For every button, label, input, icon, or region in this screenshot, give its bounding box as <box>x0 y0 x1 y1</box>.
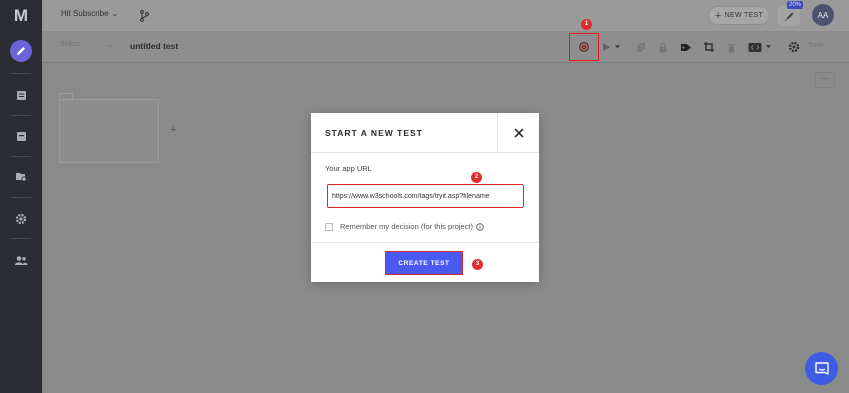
sidebar-item-team[interactable] <box>11 250 31 270</box>
sidebar-divider <box>11 115 31 116</box>
branch-button[interactable] <box>140 9 149 27</box>
code-button[interactable] <box>747 40 763 54</box>
remember-checkbox[interactable] <box>325 222 333 231</box>
play-options-button[interactable] <box>613 40 621 54</box>
avatar[interactable]: AA <box>812 4 834 26</box>
rocket-icon <box>784 12 793 21</box>
new-test-button[interactable]: + NEW TEST <box>708 6 770 25</box>
chevron-down-icon: ⌄ <box>111 9 119 18</box>
top-bar: Hit Subscribe ⌄ + NEW TEST 20% AA <box>42 0 849 32</box>
crop-button[interactable] <box>702 40 716 54</box>
sidebar-item-suites[interactable] <box>11 126 31 146</box>
percent-badge: 20% <box>787 1 804 9</box>
chat-button[interactable] <box>805 352 838 385</box>
chevron-down-icon: ⌄ <box>107 42 113 49</box>
play-icon <box>602 43 610 51</box>
sidebar-divider <box>11 238 31 239</box>
modal-header: START A NEW TEST <box>311 113 539 153</box>
tag-button[interactable] <box>679 40 693 54</box>
branch-icon <box>140 10 149 22</box>
step-card[interactable] <box>59 99 159 163</box>
sidebar-item-tests[interactable] <box>11 85 31 105</box>
remember-decision[interactable]: Remember my decision (for this project) <box>325 222 484 231</box>
trash-icon <box>727 43 735 52</box>
record-icon <box>579 42 589 52</box>
app-logo[interactable]: M <box>10 6 32 26</box>
chat-icon <box>814 361 829 375</box>
lock-icon <box>659 42 667 52</box>
lock-button[interactable] <box>656 40 670 54</box>
copy-icon <box>636 42 645 52</box>
app-url-input[interactable] <box>327 184 524 208</box>
crop-icon <box>704 42 714 52</box>
sidebar-divider <box>11 73 31 74</box>
new-test-label: NEW TEST <box>724 12 764 19</box>
code-icon <box>748 42 762 52</box>
info-icon[interactable] <box>476 222 484 231</box>
project-selector[interactable]: Hit Subscribe ⌄ <box>61 9 118 18</box>
modal-divider <box>311 242 539 243</box>
caret-down-icon <box>765 45 771 49</box>
archive-icon <box>16 131 26 141</box>
plus-icon: + <box>714 9 722 22</box>
run-button[interactable] <box>778 6 800 26</box>
new-test-modal: START A NEW TEST Your app URL 2 Remember… <box>311 113 539 282</box>
close-icon <box>513 128 524 138</box>
pencil-icon <box>17 47 25 55</box>
close-button[interactable] <box>497 113 539 153</box>
play-button[interactable] <box>599 40 613 54</box>
delete-button[interactable] <box>724 40 738 54</box>
step-marker-2: 2 <box>471 172 482 183</box>
tag-icon <box>681 43 691 51</box>
gear-icon <box>15 213 27 225</box>
test-name[interactable]: untitled test <box>130 41 178 51</box>
step-select[interactable]: Select ⌄ <box>60 41 115 53</box>
users-icon <box>15 255 28 265</box>
record-button[interactable] <box>577 40 591 54</box>
remember-label: Remember my decision (for this project) <box>340 222 473 231</box>
list-icon <box>16 90 26 100</box>
project-name: Hit Subscribe <box>61 9 109 18</box>
more-options-button[interactable]: ··· <box>815 72 835 88</box>
sidebar-item-labels[interactable] <box>11 166 31 186</box>
test-settings-button[interactable] <box>787 40 801 54</box>
copy-button[interactable] <box>634 40 648 54</box>
modal-title: START A NEW TEST <box>325 128 423 138</box>
save-button[interactable]: Save <box>808 42 824 49</box>
sidebar-divider <box>11 197 31 198</box>
editor-toolbar: Select ⌄ untitled test 1 Save <box>42 19 849 63</box>
sidebar-item-editor[interactable] <box>10 40 32 62</box>
create-test-button[interactable]: CREATE TEST <box>385 251 463 275</box>
caret-down-icon <box>614 45 620 49</box>
add-step-button[interactable]: + <box>170 124 176 136</box>
step-marker-3: 3 <box>472 259 483 270</box>
code-options-button[interactable] <box>764 40 772 54</box>
sidebar-item-settings[interactable] <box>11 209 31 229</box>
tag-folder-icon <box>16 172 27 182</box>
select-label: Select <box>60 41 80 48</box>
sidebar: M <box>0 0 42 393</box>
settings-icon <box>788 41 800 53</box>
url-label: Your app URL <box>325 164 372 173</box>
sidebar-divider <box>11 156 31 157</box>
step-marker-1: 1 <box>581 19 592 30</box>
